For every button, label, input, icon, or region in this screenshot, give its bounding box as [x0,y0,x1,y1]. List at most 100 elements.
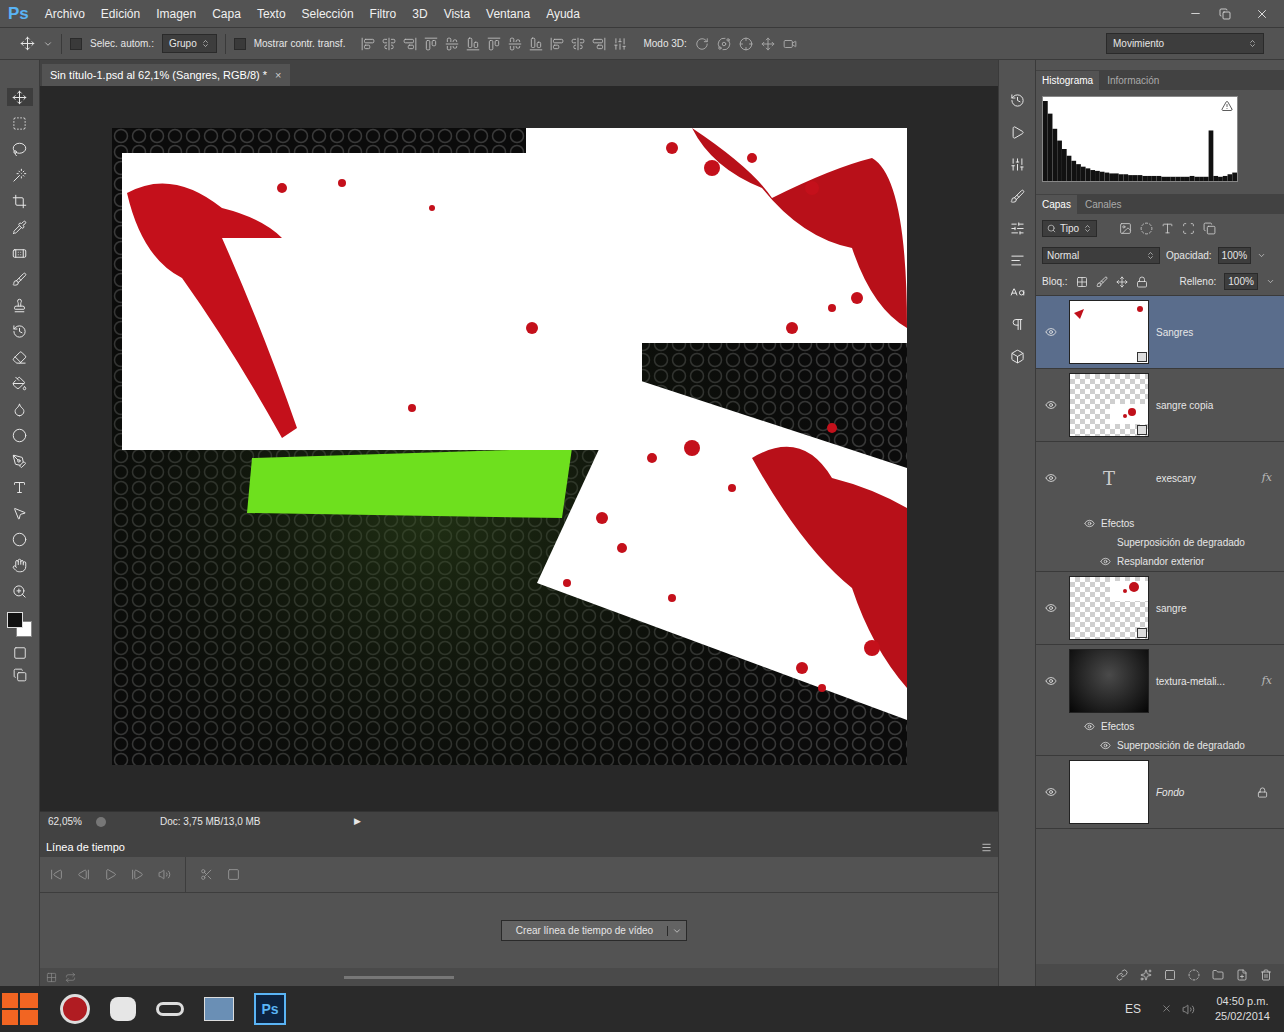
panel-icon[interactable] [1010,285,1025,300]
auto-select-checkbox[interactable] [70,38,82,50]
menu-item[interactable]: Ventana [478,5,538,23]
tool-preset-icon[interactable] [43,39,53,49]
dropdown-icon[interactable] [1257,251,1266,260]
menu-item[interactable]: Selección [294,5,362,23]
visibility-eye-icon[interactable] [1045,472,1057,484]
tool-icon[interactable] [12,428,27,443]
tool-button[interactable] [7,244,33,262]
tool-icon[interactable] [12,298,27,313]
menu-item[interactable]: Filtro [362,5,405,23]
panel-button[interactable] [1005,250,1029,270]
taskbar-clock[interactable]: 04:50 p.m.25/02/2014 [1215,994,1284,1024]
tool-icon[interactable] [12,194,27,209]
lock-option-icon[interactable] [1136,276,1148,288]
align-icon[interactable] [529,37,543,51]
panel-button[interactable] [1005,218,1029,238]
playback-icon[interactable] [77,868,90,881]
dropdown-icon[interactable] [1146,251,1155,260]
panel-button[interactable] [1005,346,1029,366]
menu-item[interactable]: 3D [404,5,435,23]
tool-button[interactable] [7,114,33,132]
tool-icon[interactable] [12,402,27,417]
panel-icon[interactable] [1010,93,1025,108]
layer-item[interactable]: textura-metali...fxEfectosSuperposición … [1036,645,1284,756]
align-icon[interactable] [466,37,480,51]
dropdown-icon[interactable] [201,39,210,48]
tool-icon[interactable] [12,558,27,573]
status-menu-arrow[interactable]: ▶ [354,815,361,829]
menu-item[interactable]: Archivo [37,5,93,23]
tool-icon[interactable] [12,142,27,157]
panel-icon[interactable] [1010,349,1025,364]
effects-eye-icon[interactable] [1084,721,1095,732]
tool-icon[interactable] [12,90,27,105]
timeline-title[interactable]: Línea de tiempo [46,839,125,856]
tool-icon[interactable] [12,532,27,547]
layer-item[interactable]: Sangres [1036,296,1284,369]
mode-3d-icon[interactable] [739,37,753,51]
panel-button[interactable] [1005,122,1029,142]
restore-button[interactable] [1210,4,1240,24]
panel-tab[interactable]: Canales [1079,195,1128,214]
align-icon[interactable] [361,37,375,51]
layer-item[interactable]: sangre copia [1036,369,1284,442]
layer-item[interactable]: TexescaryfxEfectosSuperposición de degra… [1036,442,1284,572]
tool-button[interactable] [7,504,33,522]
tool-icon[interactable] [12,506,27,521]
blend-mode-dropdown[interactable]: Normal [1042,247,1160,264]
document-tab[interactable]: Sin título-1.psd al 62,1% (Sangres, RGB/… [42,64,290,86]
layer-action-icon[interactable] [1212,969,1224,981]
panel-icon[interactable] [1010,221,1025,236]
layer-action-icon[interactable] [1164,969,1176,981]
tool-icon[interactable] [12,376,27,391]
tool-button[interactable] [7,478,33,496]
taskbar-app[interactable] [60,994,90,1024]
effect-eye-icon[interactable] [1100,740,1111,751]
menu-item[interactable]: Edición [93,5,148,23]
layer-fx-badge[interactable]: fx [1262,470,1284,487]
align-icon[interactable] [613,37,627,51]
screen-mode-icon[interactable] [13,668,27,682]
minimize-icon[interactable] [1189,7,1202,20]
tool-button[interactable] [7,218,33,236]
menu-item[interactable]: Vista [436,5,478,23]
document-close[interactable]: × [275,67,281,84]
align-icon[interactable] [487,37,501,51]
filter-icon[interactable] [1140,222,1153,235]
mode-3d-icon[interactable] [695,37,709,51]
mode-3d-icon[interactable] [761,37,775,51]
dropdown-icon[interactable] [1083,224,1092,233]
taskbar-language[interactable]: ES [1125,1000,1141,1018]
search-icon[interactable] [1047,224,1056,233]
layer-action-icon[interactable] [1236,969,1248,981]
tool-button[interactable] [7,296,33,314]
visibility-eye-icon[interactable] [1045,786,1057,798]
create-timeline-button[interactable]: Crear línea de tiempo de vídeo [501,920,687,941]
taskbar-photoshop[interactable]: Ps [254,993,286,1025]
color-swatches[interactable] [7,612,33,638]
visibility-eye-icon[interactable] [1045,399,1057,411]
effects-eye-icon[interactable] [1084,518,1095,529]
convert-icon[interactable] [65,972,76,983]
tool-button[interactable] [7,530,33,548]
lock-option-icon[interactable] [1076,276,1088,288]
effect-item[interactable]: Resplandor exterior [1036,552,1284,571]
panel-icon[interactable] [1010,317,1025,332]
tool-button[interactable] [7,348,33,366]
menu-item[interactable]: Capa [204,5,249,23]
taskbar-app[interactable] [156,1002,184,1016]
panel-tab[interactable]: Histograma [1036,71,1099,90]
visibility-eye-icon[interactable] [1045,675,1057,687]
align-icon[interactable] [403,37,417,51]
filter-icon[interactable] [1119,222,1132,235]
filter-icon[interactable] [1203,222,1216,235]
transition-icon[interactable] [227,868,240,881]
layer-item[interactable]: Fondo [1036,756,1284,829]
close-icon[interactable] [1255,7,1269,21]
tool-button[interactable] [7,556,33,574]
tool-button[interactable] [7,270,33,288]
tool-button[interactable] [7,88,33,106]
align-icon[interactable] [445,37,459,51]
tool-icon[interactable] [12,220,27,235]
menu-item[interactable]: Ayuda [538,5,588,23]
